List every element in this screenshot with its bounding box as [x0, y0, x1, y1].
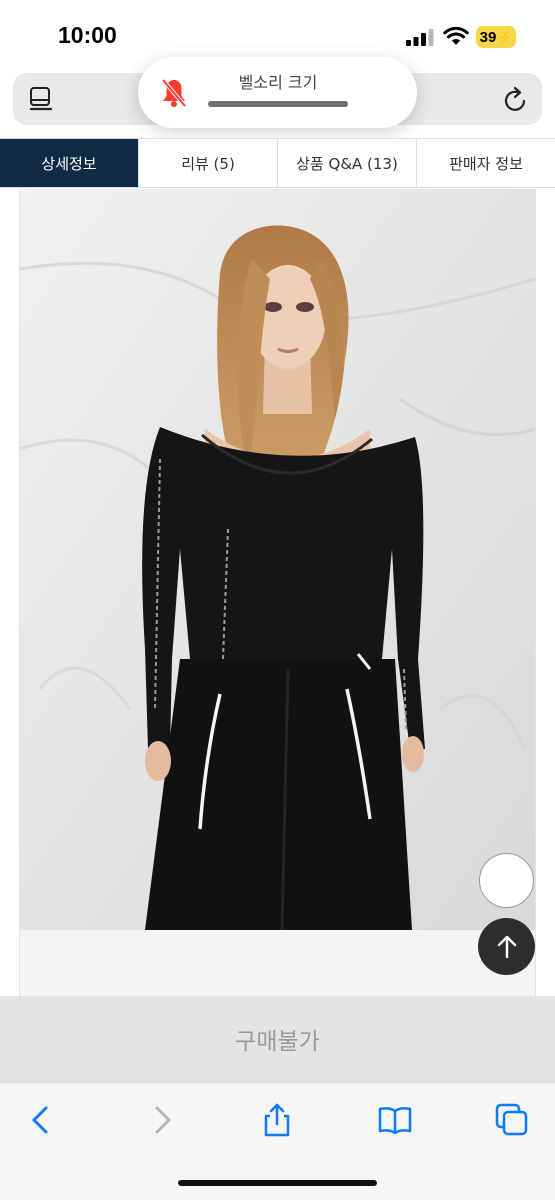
scroll-to-top-button[interactable]: [478, 918, 535, 975]
status-time: 10:00: [58, 22, 117, 48]
back-icon[interactable]: [24, 1102, 60, 1138]
battery-level: 39: [479, 28, 497, 46]
product-tabs: 상세정보 리뷰 (5) 상품 Q&A (13) 판매자 정보: [0, 138, 555, 188]
ringer-label: 벨소리 크기: [238, 73, 318, 92]
tab-seller-info[interactable]: 판매자 정보: [416, 139, 555, 187]
ringer-volume-hud: 벨소리 크기: [138, 57, 417, 128]
wifi-icon: [443, 26, 469, 45]
home-indicator: [178, 1180, 377, 1186]
signal-icon: [406, 29, 434, 46]
reader-mode-icon[interactable]: [28, 86, 54, 112]
product-image: [20, 189, 535, 930]
purchase-unavailable-button[interactable]: 구매불가: [0, 996, 555, 1082]
tab-details[interactable]: 상세정보: [0, 139, 138, 187]
scroll-to-top-icon: [497, 935, 516, 958]
product-photo: [20, 189, 535, 930]
tab-qna[interactable]: 상품 Q&A (13): [277, 139, 416, 187]
share-icon[interactable]: [259, 1102, 295, 1138]
content-border-right: [535, 189, 536, 996]
bookmarks-icon[interactable]: [377, 1102, 413, 1138]
ringer-volume-track: [208, 101, 348, 107]
battery-charging-icon: ⚡: [497, 30, 513, 44]
bell-muted-icon: [161, 78, 187, 108]
floating-action-button[interactable]: [479, 853, 534, 908]
tab-reviews[interactable]: 리뷰 (5): [138, 139, 277, 187]
forward-icon[interactable]: [143, 1102, 179, 1138]
image-caption-area: [20, 930, 535, 996]
tabs-icon[interactable]: [494, 1102, 530, 1138]
battery-indicator: 39 ⚡: [476, 26, 516, 48]
reload-icon[interactable]: [503, 85, 529, 113]
